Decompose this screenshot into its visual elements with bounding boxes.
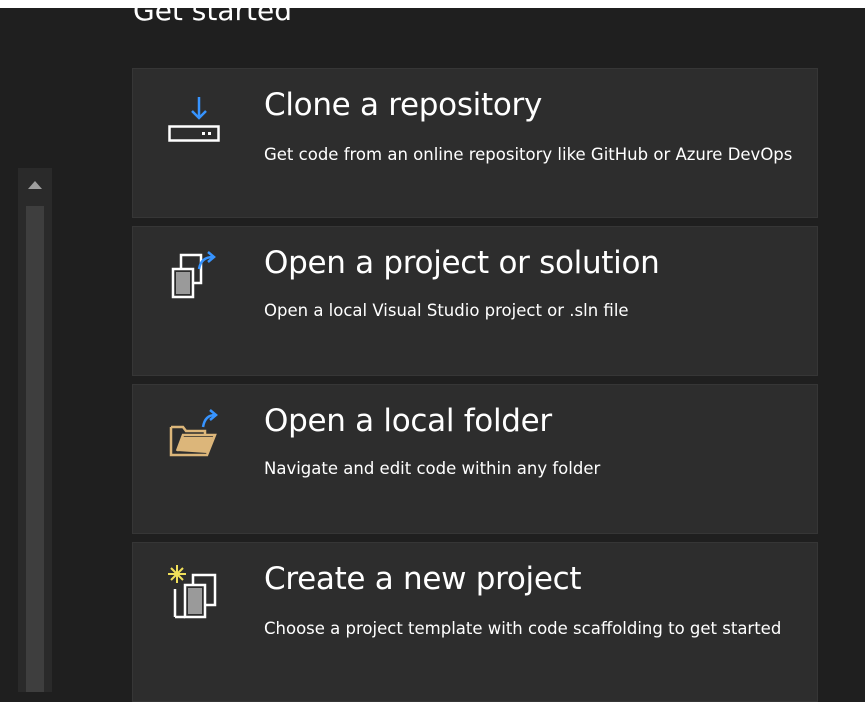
open-project-button[interactable]: Open a project or solution Open a local … <box>132 226 818 376</box>
card-title: Clone a repository <box>264 87 543 123</box>
section-title: Get started <box>133 8 293 27</box>
window-top-edge <box>0 0 865 8</box>
card-title: Create a new project <box>264 561 582 597</box>
new-project-icon <box>168 565 217 619</box>
card-title: Open a local folder <box>264 403 552 439</box>
open-local-folder-button[interactable]: Open a local folder Navigate and edit co… <box>132 384 818 534</box>
clone-download-icon <box>168 97 220 142</box>
card-description: Choose a project template with code scaf… <box>264 619 782 638</box>
card-title: Open a project or solution <box>264 245 660 281</box>
clone-repository-button[interactable]: Clone a repository Get code from an onli… <box>132 68 818 218</box>
open-project-icon <box>171 251 216 299</box>
card-description: Open a local Visual Studio project or .s… <box>264 301 629 320</box>
section-header: Get started <box>0 8 865 48</box>
card-description: Get code from an online repository like … <box>264 145 793 164</box>
vertical-scrollbar[interactable] <box>18 168 52 692</box>
scroll-up-arrow-icon[interactable] <box>28 181 42 189</box>
create-new-project-button[interactable]: Create a new project Choose a project te… <box>132 542 818 702</box>
card-description: Navigate and edit code within any folder <box>264 459 601 478</box>
sparkle-icon <box>168 565 186 583</box>
open-folder-icon <box>169 409 218 457</box>
scrollbar-thumb[interactable] <box>26 206 44 692</box>
